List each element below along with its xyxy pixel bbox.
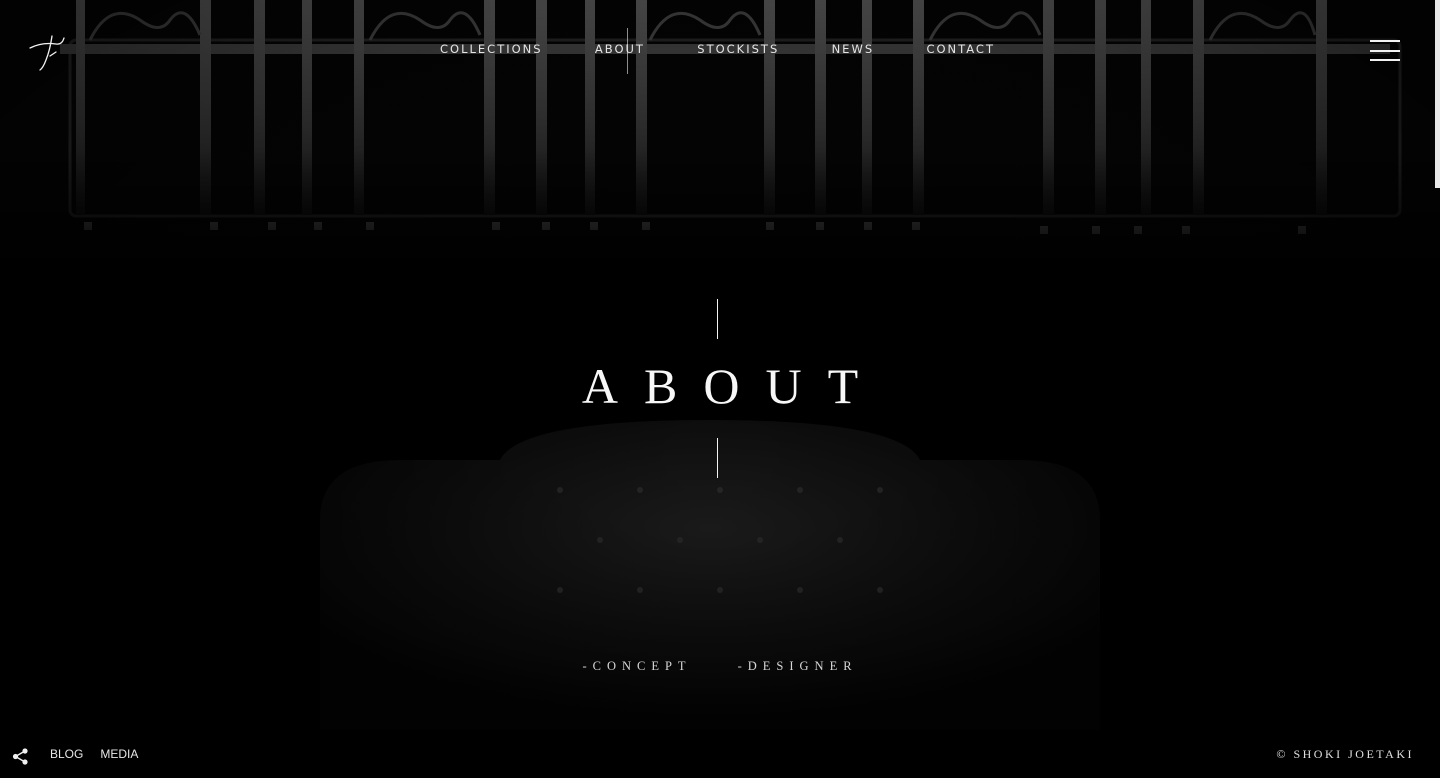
nav-collections[interactable]: COLLECTIONS [440,42,543,56]
about-page: COLLECTIONS ABOUT STOCKISTS NEWS CONTACT… [0,0,1440,778]
footer-link-blog[interactable]: BLOG [50,747,83,761]
nav-contact[interactable]: CONTACT [926,42,995,56]
chesterfield-sofa-illustration [320,420,1100,730]
main-nav: COLLECTIONS ABOUT STOCKISTS NEWS CONTACT [440,42,995,56]
title-divider-top [717,299,718,339]
nav-stockists[interactable]: STOCKISTS [697,42,779,56]
nav-active-indicator [627,28,628,74]
copyright-text: © SHOKI JOETAKI [1276,747,1414,761]
footer-link-media[interactable]: MEDIA [100,747,138,761]
share-icon[interactable] [12,748,29,765]
nav-about[interactable]: ABOUT [595,42,645,56]
page-title: ABOUT [581,358,885,414]
scrollbar[interactable] [1435,0,1440,188]
about-subnav: -CONCEPT -DESIGNER [0,659,1440,674]
subnav-concept[interactable]: -CONCEPT [582,659,691,674]
iron-gate-illustration [0,0,1440,270]
nav-news[interactable]: NEWS [832,42,875,56]
signature-logo-icon[interactable] [26,30,70,72]
footer-links: BLOG MEDIA [50,747,138,761]
subnav-designer[interactable]: -DESIGNER [738,659,858,674]
title-divider-bottom [717,438,718,478]
hamburger-menu-icon[interactable] [1370,40,1400,62]
